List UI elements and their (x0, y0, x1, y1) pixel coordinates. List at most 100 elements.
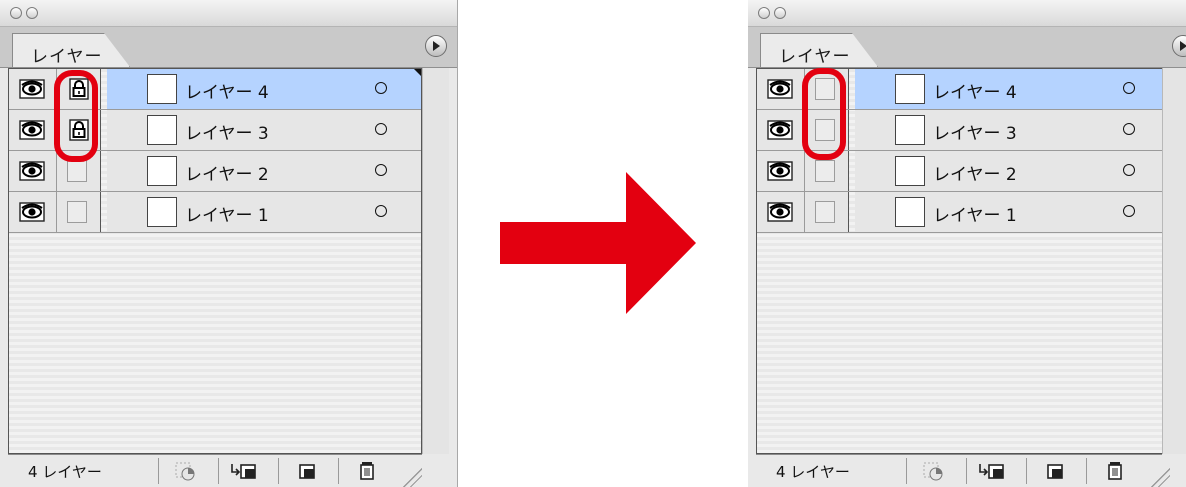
layer-thumbnail (895, 197, 925, 227)
layer-entry[interactable]: レイヤー 3 (107, 110, 421, 150)
layer-count-label: 4 レイヤー (776, 463, 850, 481)
minimize-window-button[interactable] (26, 7, 38, 19)
layer-thumbnail (147, 156, 177, 186)
panel-menu-button[interactable] (1172, 35, 1186, 57)
target-circle-icon[interactable] (375, 123, 387, 135)
tab-layers[interactable]: レイヤー (760, 33, 878, 67)
empty-lock-slot (67, 201, 87, 223)
minimize-window-button[interactable] (774, 7, 786, 19)
visibility-toggle[interactable] (757, 192, 805, 232)
play-triangle-icon (433, 41, 440, 51)
tab-layers[interactable]: レイヤー (12, 33, 130, 67)
eye-icon (19, 79, 45, 103)
layer-entry[interactable]: レイヤー 3 (855, 110, 1169, 150)
close-window-button[interactable] (10, 7, 22, 19)
layers-panel-after: レイヤー レイヤー 4 レイヤー 3 レイヤー 2 レイヤー 1 4 レイヤー (748, 0, 1186, 487)
panel-titlebar[interactable] (748, 0, 1186, 27)
trash-icon (1108, 462, 1122, 480)
panel-footer: 4 レイヤー (756, 454, 1170, 487)
create-sublayer-icon (231, 464, 256, 479)
layer-thumbnail (895, 74, 925, 104)
visibility-toggle[interactable] (9, 110, 57, 150)
vertical-scrollbar[interactable] (1162, 68, 1186, 454)
layer-name: レイヤー 2 (185, 165, 269, 185)
layer-thumbnail (895, 156, 925, 186)
layer-row[interactable]: レイヤー 1 (9, 192, 421, 233)
eye-icon (19, 161, 45, 185)
layer-name: レイヤー 2 (933, 165, 1017, 185)
selection-corner-icon (414, 69, 421, 76)
resize-grip[interactable] (1146, 463, 1170, 487)
target-circle-icon[interactable] (1123, 205, 1135, 217)
visibility-toggle[interactable] (9, 151, 57, 191)
layer-entry[interactable]: レイヤー 2 (107, 151, 421, 191)
create-new-layer-icon (299, 464, 315, 479)
panel-footer: 4 レイヤー (8, 454, 422, 487)
empty-lock-slot (815, 160, 835, 182)
eye-icon (767, 161, 793, 185)
layer-thumbnail (147, 74, 177, 104)
target-circle-icon[interactable] (1123, 123, 1135, 135)
visibility-toggle[interactable] (757, 69, 805, 109)
visibility-toggle[interactable] (757, 151, 805, 191)
eye-icon (767, 120, 793, 144)
layer-name: レイヤー 1 (185, 206, 269, 226)
layer-name: レイヤー 4 (185, 83, 269, 103)
transition-arrow (500, 172, 696, 314)
delete-layer-button[interactable] (338, 458, 394, 484)
layer-name: レイヤー 3 (933, 124, 1017, 144)
visibility-toggle[interactable] (757, 110, 805, 150)
lock-toggle[interactable] (57, 192, 101, 232)
layer-entry[interactable]: レイヤー 4 (855, 69, 1169, 109)
layer-name: レイヤー 4 (933, 83, 1017, 103)
layer-entry[interactable]: レイヤー 2 (855, 151, 1169, 191)
create-sublayer-button[interactable] (966, 458, 1022, 484)
layer-thumbnail (895, 115, 925, 145)
tab-strip: レイヤー (748, 27, 1186, 68)
make-clipping-mask-icon (923, 462, 943, 481)
create-new-layer-button[interactable] (278, 458, 334, 484)
layer-name: レイヤー 1 (933, 206, 1017, 226)
vertical-scrollbar[interactable] (422, 68, 449, 454)
panel-menu-button[interactable] (425, 35, 447, 57)
create-new-layer-icon (1047, 464, 1063, 479)
visibility-toggle[interactable] (9, 192, 57, 232)
target-circle-icon[interactable] (1123, 82, 1135, 94)
target-circle-icon[interactable] (375, 164, 387, 176)
create-new-layer-button[interactable] (1026, 458, 1082, 484)
create-sublayer-icon (979, 464, 1004, 479)
close-window-button[interactable] (758, 7, 770, 19)
panel-titlebar[interactable] (0, 0, 457, 27)
target-circle-icon[interactable] (375, 205, 387, 217)
resize-grip[interactable] (398, 463, 422, 487)
layer-entry[interactable]: レイヤー 1 (107, 192, 421, 232)
empty-lock-slot (67, 160, 87, 182)
eye-icon (767, 202, 793, 226)
eye-icon (19, 120, 45, 144)
layer-row[interactable]: レイヤー 1 (757, 192, 1169, 233)
layer-entry[interactable]: レイヤー 1 (855, 192, 1169, 232)
lock-column-highlight (802, 68, 846, 160)
trash-icon (360, 462, 374, 480)
layer-entry[interactable]: レイヤー 4 (107, 69, 421, 109)
visibility-toggle[interactable] (9, 69, 57, 109)
make-clipping-mask-icon (175, 462, 195, 481)
create-sublayer-button[interactable] (218, 458, 274, 484)
tab-strip: レイヤー (0, 27, 457, 68)
layer-thumbnail (147, 197, 177, 227)
lock-toggle[interactable] (805, 192, 849, 232)
layer-thumbnail (147, 115, 177, 145)
layer-count-label: 4 レイヤー (28, 463, 102, 481)
delete-layer-button[interactable] (1086, 458, 1142, 484)
make-clipping-mask-button[interactable] (906, 458, 962, 484)
lock-column-highlight (54, 70, 98, 162)
target-circle-icon[interactable] (1123, 164, 1135, 176)
target-circle-icon[interactable] (375, 82, 387, 94)
eye-icon (767, 79, 793, 103)
layer-name: レイヤー 3 (185, 124, 269, 144)
make-clipping-mask-button[interactable] (158, 458, 214, 484)
tab-label: レイヤー (779, 47, 851, 67)
empty-lock-slot (815, 201, 835, 223)
eye-icon (19, 202, 45, 226)
tab-label: レイヤー (31, 47, 103, 67)
